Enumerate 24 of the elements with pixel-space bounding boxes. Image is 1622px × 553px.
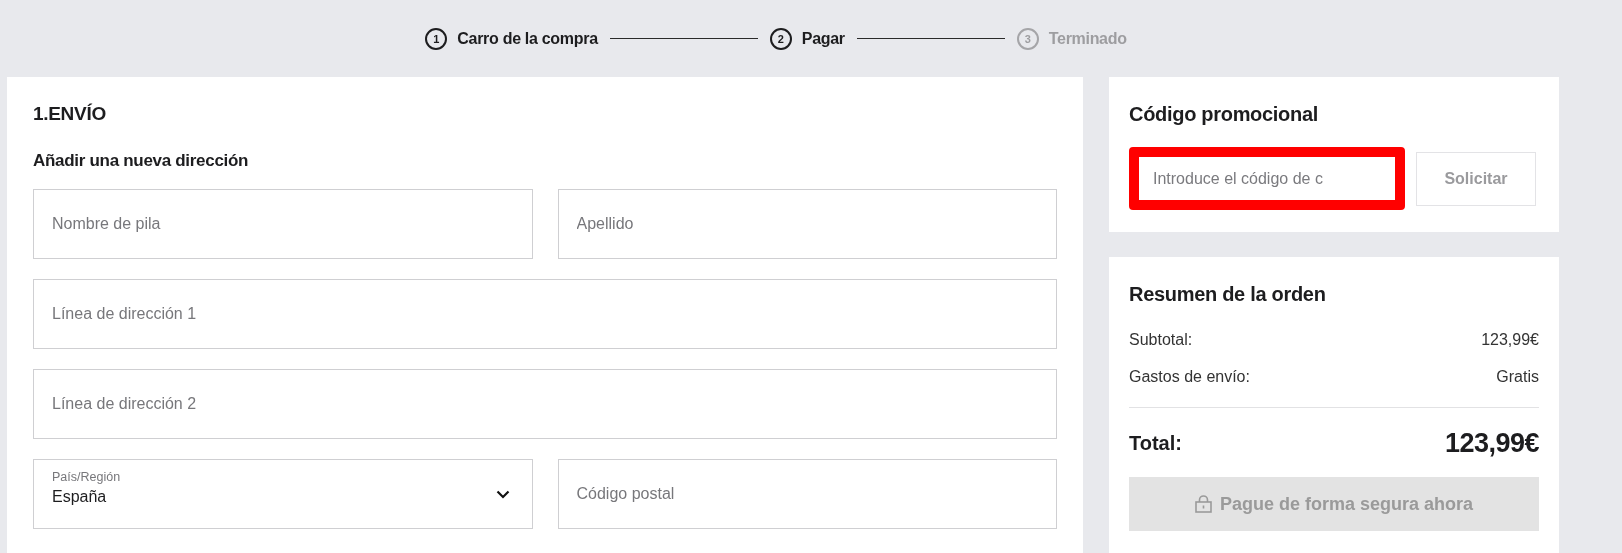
country-select[interactable]: País/Región España <box>33 459 533 529</box>
summary-label: Subtotal: <box>1129 331 1193 350</box>
input-field[interactable]: Línea de dirección 1 <box>33 279 1057 349</box>
section-subtitle: Añadir una nueva dirección <box>33 151 250 171</box>
card-title: Código promocional <box>1129 103 1320 127</box>
checkout-step: 3 Terminado <box>1016 27 1127 50</box>
input-field[interactable]: Código postal <box>557 459 1057 529</box>
input-field[interactable]: Nombre de pila <box>33 189 533 259</box>
promo-code-field[interactable]: Introduce el código de c <box>1129 147 1405 210</box>
input-field[interactable]: Apellido <box>557 189 1057 259</box>
checkout-step: 2 Pagar <box>769 27 845 50</box>
chevron-down-icon <box>495 490 510 499</box>
lock-icon <box>1194 495 1212 513</box>
total-label: Total: <box>1129 431 1182 455</box>
input-field[interactable]: Línea de dirección 2 <box>33 369 1057 439</box>
pay-button[interactable]: Pague de forma segura ahora <box>1129 477 1539 531</box>
checkout-step: 1 Carro de la compra <box>425 27 598 50</box>
section-title: 1.ENVÍO <box>33 103 107 126</box>
card-title: Resumen de la orden <box>1129 283 1327 307</box>
summary-value: 123,99€ <box>1481 331 1539 350</box>
summary-label: Gastos de envío: <box>1129 368 1250 387</box>
apply-button[interactable]: Solicitar <box>1416 151 1536 206</box>
total-value: 123,99€ <box>1444 427 1539 459</box>
summary-value: Gratis <box>1496 368 1539 387</box>
